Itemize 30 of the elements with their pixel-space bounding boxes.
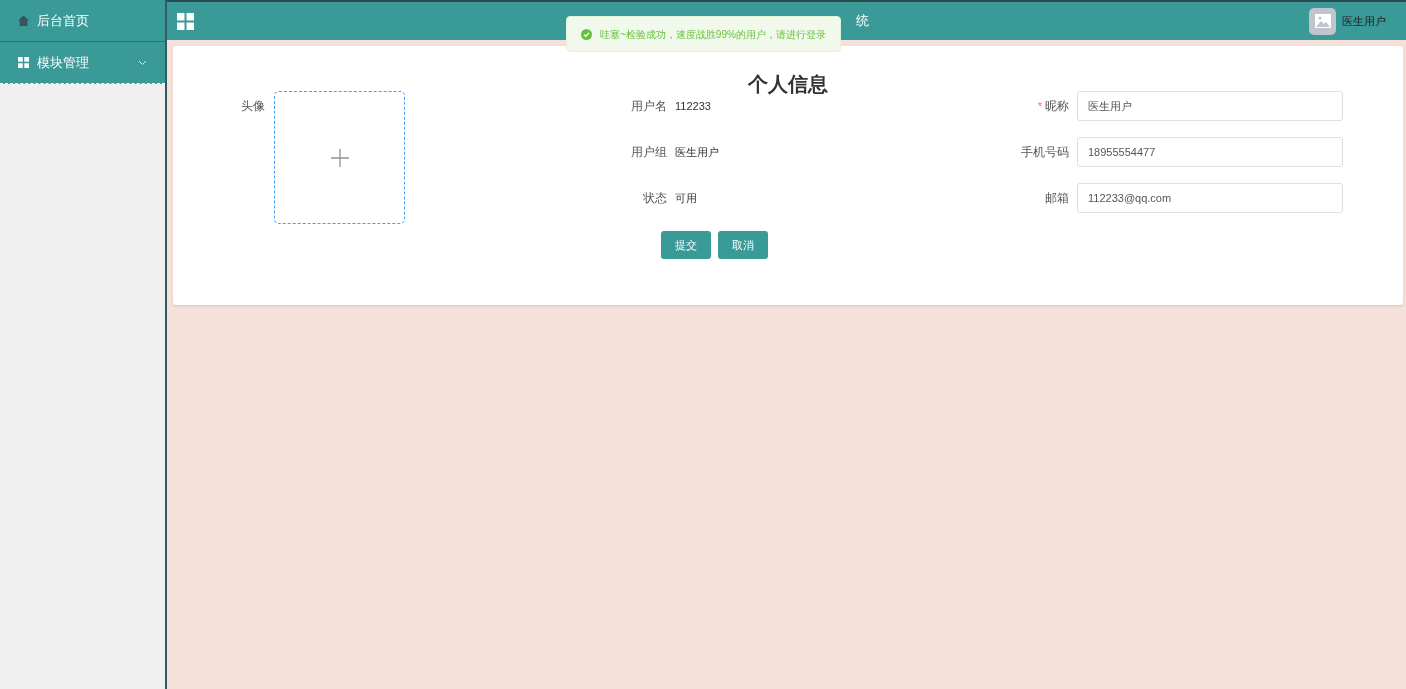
field-label: 头像 bbox=[240, 98, 265, 115]
toast-message: 哇塞~检验成功，速度战胜99%的用户，请进行登录 bbox=[600, 27, 826, 42]
field-label: 昵称 bbox=[1045, 98, 1069, 115]
cancel-button[interactable]: 取消 bbox=[718, 231, 768, 259]
grid-icon bbox=[18, 57, 29, 68]
app-title: 统 bbox=[856, 12, 869, 31]
field-value: 112233 bbox=[675, 98, 711, 114]
home-icon bbox=[18, 15, 29, 26]
field-label: 手机号码 bbox=[1021, 144, 1069, 161]
field-label: 邮箱 bbox=[1045, 190, 1069, 207]
check-circle-icon bbox=[581, 28, 592, 40]
field-value: 可用 bbox=[675, 190, 697, 206]
avatar-icon[interactable] bbox=[1309, 7, 1336, 35]
submit-button[interactable]: 提交 bbox=[661, 231, 711, 259]
field-label: 状态 bbox=[642, 190, 667, 207]
input-field[interactable]: 112233@qq.com bbox=[1077, 183, 1343, 213]
field-value: 医生用户 bbox=[675, 144, 719, 160]
chevron-down-icon bbox=[138, 59, 147, 66]
input-field[interactable]: 医生用户 bbox=[1077, 91, 1343, 121]
sidebar-item[interactable]: 模块管理 bbox=[0, 42, 165, 84]
field-label: 用户名 bbox=[630, 98, 667, 115]
sidebar-item[interactable]: 后台首页 bbox=[0, 0, 165, 42]
input-field[interactable]: 18955554477 bbox=[1077, 137, 1343, 167]
user-name[interactable]: 医生用户 bbox=[1342, 12, 1386, 30]
avatar-upload[interactable] bbox=[274, 91, 405, 224]
field-label: 用户组 bbox=[630, 144, 667, 161]
plus-icon bbox=[330, 148, 349, 167]
page-title: 个人信息 bbox=[747, 72, 829, 97]
required-mark: * bbox=[1037, 98, 1042, 114]
grid-icon[interactable] bbox=[177, 12, 194, 30]
